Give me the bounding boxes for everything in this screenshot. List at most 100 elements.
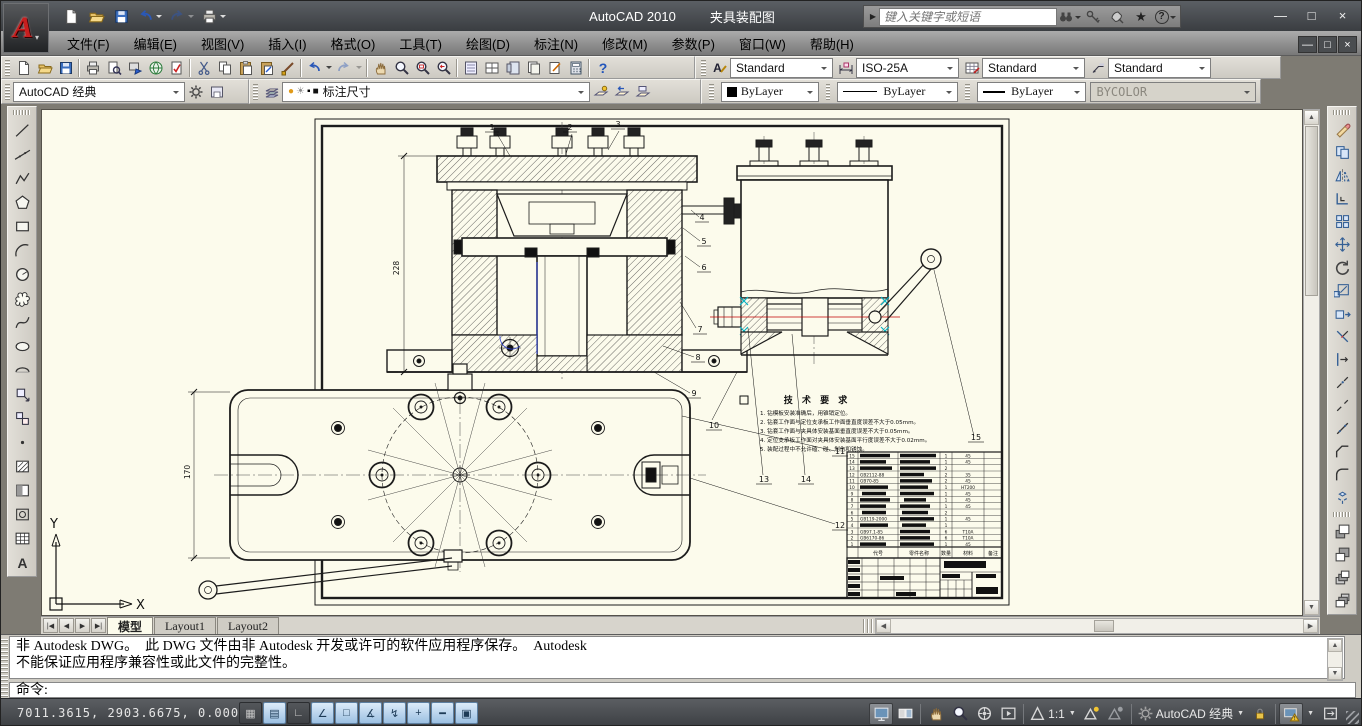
copy-button[interactable]: [214, 57, 235, 78]
doc-close-button[interactable]: ×: [1338, 36, 1357, 53]
pan-button[interactable]: [370, 57, 391, 78]
polyline-tool[interactable]: [9, 166, 35, 190]
menu-format[interactable]: 格式(O): [319, 31, 388, 56]
save-button[interactable]: [55, 57, 76, 78]
menu-window[interactable]: 窗口(W): [727, 31, 798, 56]
table-style-icon[interactable]: [961, 57, 982, 78]
show-motion-button[interactable]: [996, 703, 1020, 725]
copy-tool[interactable]: [1329, 141, 1355, 164]
lineweight-combo[interactable]: ByLayer: [977, 82, 1086, 102]
status-zoom-button[interactable]: [948, 703, 972, 725]
status-bar-menu-button[interactable]: [1279, 703, 1303, 725]
dyn-toggle[interactable]: +: [407, 702, 430, 724]
tab-scrollbar-splitter[interactable]: [863, 619, 873, 633]
tab-prev-button[interactable]: ◀: [59, 618, 74, 633]
markupset-manager-button[interactable]: [544, 57, 565, 78]
plot-button[interactable]: [82, 57, 103, 78]
quickcalc-button[interactable]: [565, 57, 586, 78]
toolbar-grip[interactable]: [965, 84, 970, 100]
layer-combo[interactable]: ●☀▪■ 标注尺寸: [282, 82, 590, 102]
make-block-tool[interactable]: [9, 406, 35, 430]
mirror-tool[interactable]: [1329, 164, 1355, 187]
vertical-scroll-thumb[interactable]: [1305, 126, 1318, 296]
annotation-scale-button[interactable]: 1:1 ▼: [1027, 703, 1080, 725]
toolbar-grip[interactable]: [1333, 110, 1351, 115]
qat-redo-button[interactable]: [166, 5, 197, 27]
insert-block-tool[interactable]: [9, 382, 35, 406]
layer-previous-button[interactable]: [611, 81, 632, 102]
command-scroll-down-button[interactable]: ▼: [1328, 667, 1342, 680]
multiline-text-tool[interactable]: [9, 550, 35, 574]
menu-dimension[interactable]: 标注(N): [522, 31, 590, 56]
steering-wheel-button[interactable]: [972, 703, 996, 725]
move-tool[interactable]: [1329, 233, 1355, 256]
workspace-switch-button[interactable]: AutoCAD 经典 ▼: [1135, 703, 1248, 725]
offset-tool[interactable]: [1329, 187, 1355, 210]
annotation-visibility-button[interactable]: [1080, 703, 1104, 725]
scale-tool[interactable]: [1329, 279, 1355, 302]
break-at-point-tool[interactable]: [1329, 371, 1355, 394]
tab-layout2[interactable]: Layout2: [217, 617, 279, 634]
model-space-button[interactable]: [869, 703, 893, 725]
toolbar-grip[interactable]: [1333, 512, 1351, 517]
linetype-combo[interactable]: ByLayer: [837, 82, 958, 102]
command-window-grip[interactable]: [1, 637, 8, 697]
text-style-combo[interactable]: Standard: [730, 58, 833, 78]
command-scrollbar[interactable]: ▲ ▼: [1327, 638, 1343, 681]
menu-parametric[interactable]: 参数(P): [660, 31, 727, 56]
scroll-left-button[interactable]: ◀: [876, 619, 891, 633]
layer-properties-button[interactable]: [261, 81, 282, 102]
bring-above-objects-tool[interactable]: [1329, 566, 1355, 589]
designcenter-button[interactable]: [481, 57, 502, 78]
point-tool[interactable]: [9, 430, 35, 454]
menu-help[interactable]: 帮助(H): [798, 31, 866, 56]
paste-button[interactable]: [235, 57, 256, 78]
spline-tool[interactable]: [9, 310, 35, 334]
toolbar-grip[interactable]: [701, 60, 706, 76]
fillet-tool[interactable]: [1329, 463, 1355, 486]
application-menu-button[interactable]: A ▾: [3, 3, 49, 53]
tab-layout1[interactable]: Layout1: [154, 617, 216, 634]
scroll-right-button[interactable]: ▶: [1303, 619, 1318, 633]
publish-button[interactable]: [124, 57, 145, 78]
qat-new-button[interactable]: [59, 5, 83, 27]
command-scroll-up-button[interactable]: ▲: [1328, 639, 1342, 652]
make-object-layer-current-button[interactable]: [590, 81, 611, 102]
toolbar-lock-button[interactable]: [1248, 703, 1272, 725]
join-tool[interactable]: [1329, 417, 1355, 440]
trim-tool[interactable]: [1329, 325, 1355, 348]
snap-toggle[interactable]: ▦: [239, 702, 262, 724]
osnap-toggle[interactable]: □: [335, 702, 358, 724]
table-tool[interactable]: [9, 526, 35, 550]
dim-style-icon[interactable]: [835, 57, 856, 78]
qat-open-button[interactable]: [84, 5, 108, 27]
tab-model[interactable]: 模型: [107, 617, 153, 634]
scroll-up-button[interactable]: ▲: [1304, 110, 1319, 125]
communication-center-button[interactable]: [1105, 7, 1129, 26]
extend-tool[interactable]: [1329, 348, 1355, 371]
toolbar-grip[interactable]: [5, 84, 10, 100]
minimize-button[interactable]: —: [1266, 5, 1295, 25]
plot-preview-button[interactable]: [103, 57, 124, 78]
arc-tool[interactable]: [9, 238, 35, 262]
new-button[interactable]: [13, 57, 34, 78]
workspace-combo[interactable]: AutoCAD 经典: [13, 82, 185, 102]
help-button[interactable]: [592, 57, 613, 78]
multileader-style-combo[interactable]: Standard: [1108, 58, 1211, 78]
tab-next-button[interactable]: ▶: [75, 618, 90, 633]
doc-minimize-button[interactable]: —: [1298, 36, 1317, 53]
dim-style-combo[interactable]: ISO-25A: [856, 58, 959, 78]
open-button[interactable]: [34, 57, 55, 78]
break-tool[interactable]: [1329, 394, 1355, 417]
hatch-tool[interactable]: [9, 454, 35, 478]
command-history[interactable]: 非 Autodesk DWG。 此 DWG 文件由非 Autodesk 开发或许…: [9, 636, 1345, 679]
erase-tool[interactable]: [1329, 118, 1355, 141]
menu-file[interactable]: 文件(F): [55, 31, 122, 56]
qp-toggle[interactable]: ▣: [455, 702, 478, 724]
construction-line-tool[interactable]: [9, 142, 35, 166]
vertical-scrollbar[interactable]: ▲ ▼: [1303, 109, 1320, 616]
paste-special-button[interactable]: [256, 57, 277, 78]
clean-screen-button[interactable]: [1318, 703, 1342, 725]
favorites-button[interactable]: ★: [1129, 7, 1153, 26]
undo-button[interactable]: [304, 57, 334, 78]
